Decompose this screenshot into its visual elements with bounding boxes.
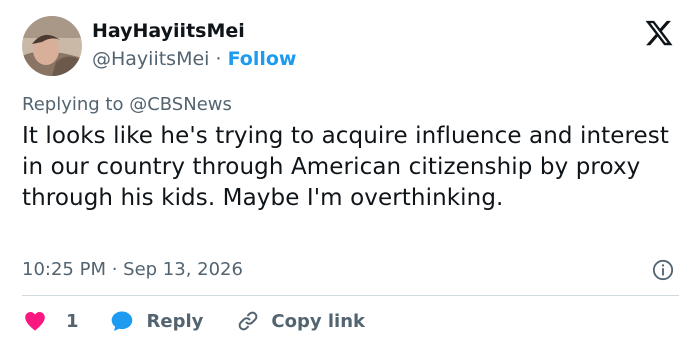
replying-to-line: Replying to @CBSNews [22,94,232,115]
divider [22,295,679,296]
link-icon [239,311,258,331]
like-count: 1 [66,310,79,332]
replying-to-prefix: Replying to [22,94,130,115]
like-button[interactable]: 1 [22,309,79,333]
info-icon[interactable] [652,259,674,281]
author-display-name[interactable]: HayHayiitsMei [92,20,245,42]
avatar[interactable] [22,16,82,76]
tweet-text: It looks like he's trying to acquire inf… [22,123,670,211]
follow-button[interactable]: Follow [228,48,297,70]
speech-bubble-icon [111,311,132,331]
heart-icon [25,312,45,331]
separator-dot: · [209,48,228,70]
reply-target-link[interactable]: @CBSNews [129,94,232,115]
copy-link-button[interactable]: Copy link [235,309,365,333]
tweet-timestamp[interactable]: 10:25 PM · Sep 13, 2026 [22,259,243,280]
reply-label: Reply [146,310,204,332]
author-handle-line: @HayiitsMei · Follow [92,48,296,70]
x-logo-icon[interactable] [644,18,674,48]
avatar-photo [22,16,82,76]
author-handle[interactable]: @HayiitsMei [92,48,209,70]
reply-button[interactable]: Reply [109,309,204,333]
copy-link-label: Copy link [271,310,365,332]
action-bar: 1 Reply Copy link [22,308,365,334]
